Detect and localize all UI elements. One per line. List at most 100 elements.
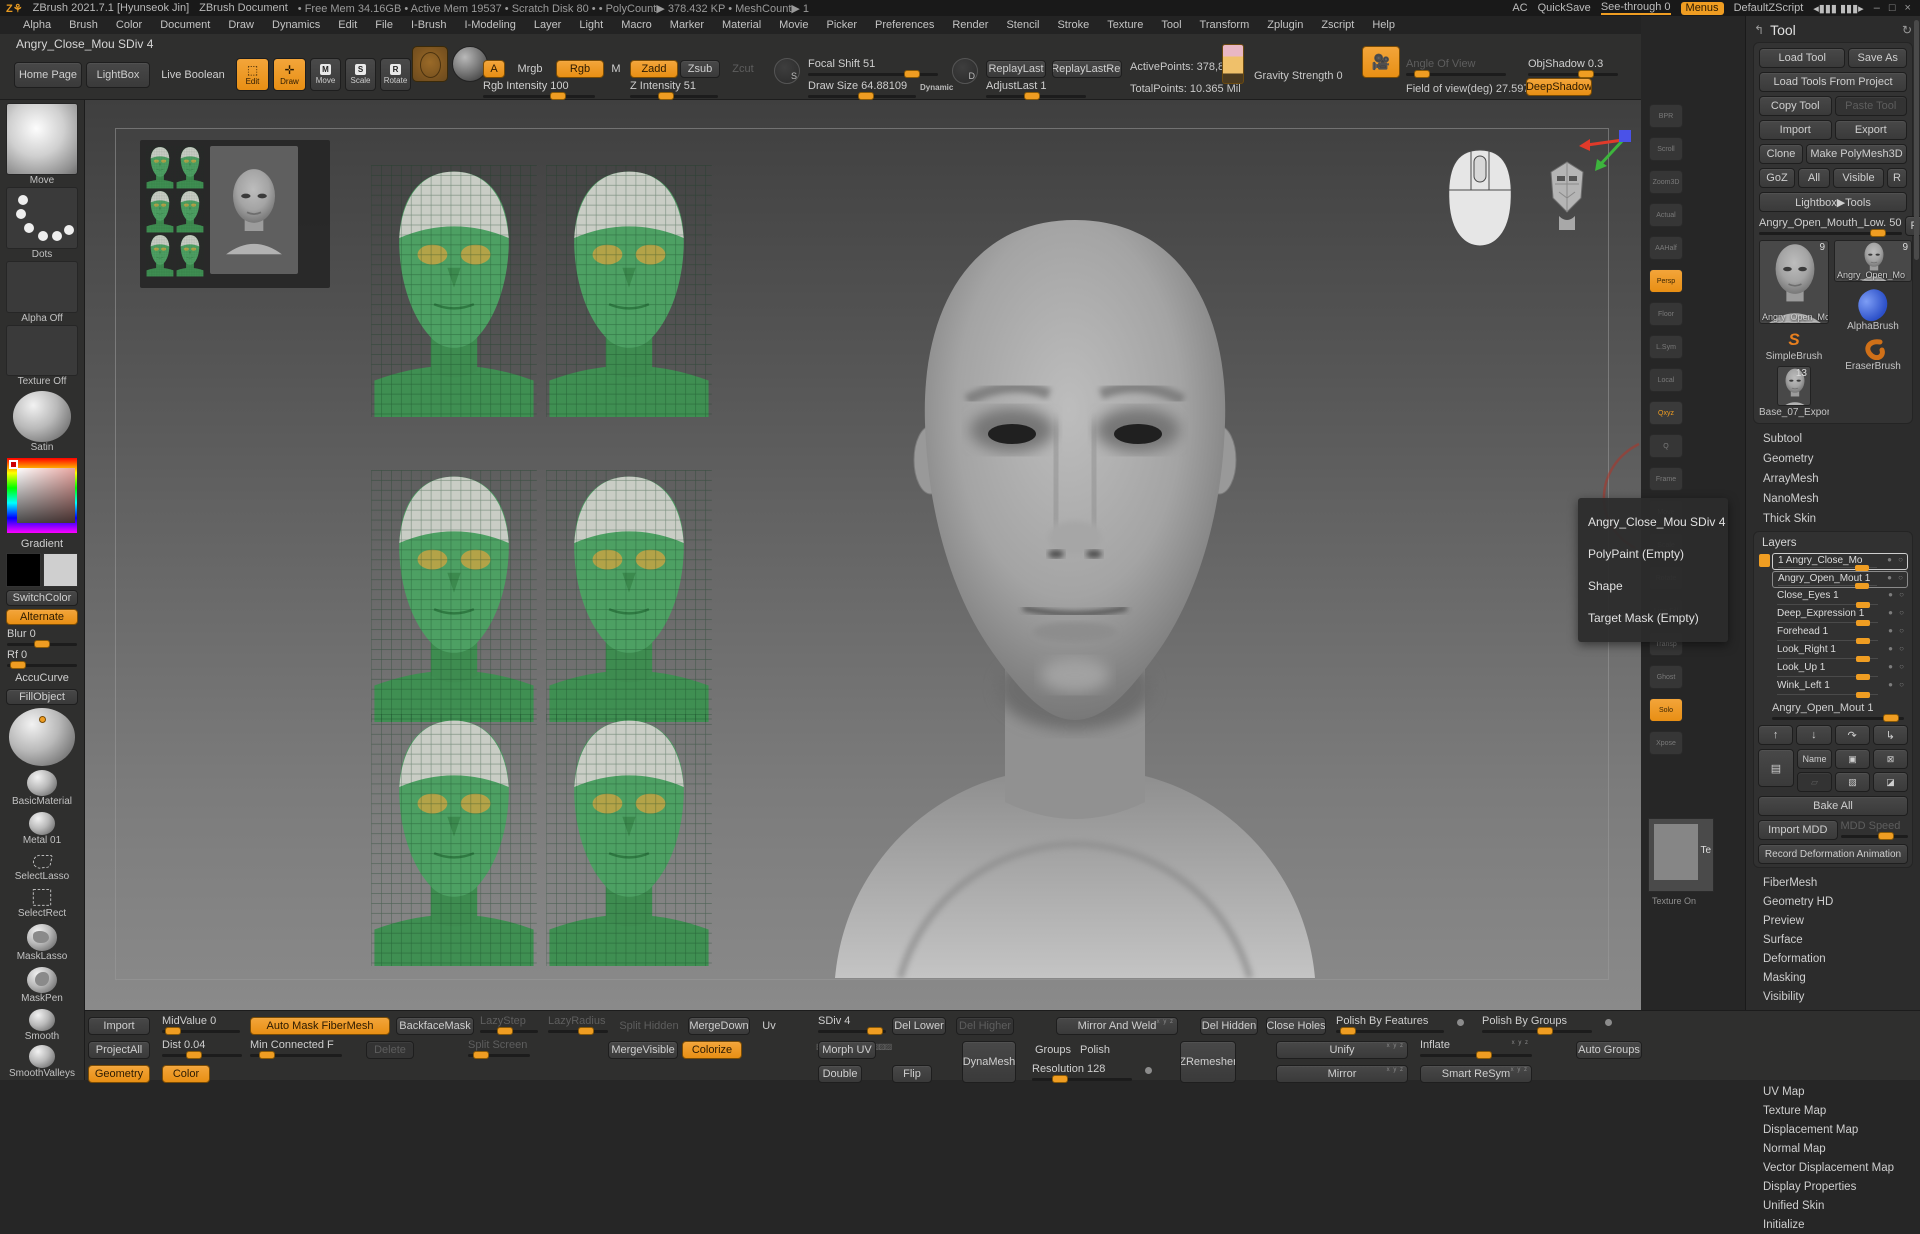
- green-head-3[interactable]: [370, 470, 538, 722]
- import-mdd-button[interactable]: Import MDD: [1758, 820, 1838, 840]
- color-button[interactable]: Color: [162, 1065, 210, 1083]
- texture-thumbnail[interactable]: [6, 325, 78, 376]
- accucurve-button[interactable]: AccuCurve: [6, 670, 78, 686]
- main-sculpt-head[interactable]: [805, 128, 1345, 978]
- unify-button[interactable]: Unifyx y z: [1276, 1041, 1408, 1059]
- double-button[interactable]: Double: [818, 1065, 862, 1083]
- right-shelf-button[interactable]: Q: [1649, 434, 1683, 458]
- right-shelf-button[interactable]: Solo: [1649, 698, 1683, 722]
- alternate-button[interactable]: Alternate: [6, 609, 78, 625]
- del-lower-button[interactable]: Del Lower: [892, 1017, 946, 1035]
- color-picker[interactable]: [7, 458, 77, 533]
- tool-section-header[interactable]: Unified Skin: [1753, 1196, 1913, 1215]
- export-button[interactable]: Export: [1835, 120, 1908, 140]
- alpha-thumbnail[interactable]: [6, 261, 78, 314]
- menu-item[interactable]: Edit: [329, 16, 366, 34]
- menu-item[interactable]: I-Modeling: [455, 16, 524, 34]
- record-deformation-button[interactable]: Record Deformation Animation: [1758, 844, 1908, 864]
- popup-menu-item[interactable]: Target Mask (Empty): [1578, 602, 1728, 634]
- mask-lasso-sphere[interactable]: [27, 924, 57, 950]
- layer-eye-icons[interactable]: ● ○: [1888, 608, 1906, 617]
- menu-item[interactable]: Movie: [770, 16, 817, 34]
- replay-last-button[interactable]: ReplayLast: [986, 60, 1046, 78]
- uv-button[interactable]: Uv: [756, 1017, 782, 1035]
- mini-green-head[interactable]: [146, 190, 174, 233]
- layers-section-header[interactable]: Layers: [1758, 535, 1908, 553]
- zremesher-button[interactable]: ZRemesher: [1180, 1041, 1236, 1083]
- menu-item[interactable]: Dynamics: [263, 16, 329, 34]
- geometry-button[interactable]: Geometry: [88, 1065, 150, 1083]
- z-intensity-slider[interactable]: Z Intensity 51: [630, 80, 718, 98]
- menu-item[interactable]: Stencil: [997, 16, 1048, 34]
- smart-resym-button[interactable]: Smart ReSymx y z: [1420, 1065, 1532, 1083]
- flip-button[interactable]: Flip: [892, 1065, 932, 1083]
- active-tool-thumbnail[interactable]: 9 Angry_Open_Mo: [1759, 240, 1829, 324]
- material-thumbnail[interactable]: [13, 391, 71, 442]
- tool-section-header[interactable]: Visibility: [1753, 987, 1913, 1006]
- blur-slider[interactable]: Blur 0: [7, 628, 77, 646]
- move-mode-button[interactable]: MMove: [310, 58, 341, 91]
- menu-item[interactable]: Picker: [817, 16, 866, 34]
- del-hidden-button[interactable]: Del Hidden: [1200, 1017, 1258, 1035]
- lightbox-tools-button[interactable]: Lightbox▶Tools: [1759, 192, 1907, 212]
- make-polymesh3d-button[interactable]: Make PolyMesh3D: [1806, 144, 1907, 164]
- layer-icon-1[interactable]: ▱: [1797, 772, 1832, 792]
- tool-section-header[interactable]: Thick Skin: [1753, 509, 1913, 529]
- see-through-slider[interactable]: See-through 0: [1601, 1, 1671, 15]
- dynamic-label[interactable]: Dynamic: [920, 83, 953, 92]
- menu-item[interactable]: Tool: [1152, 16, 1190, 34]
- import-button-bottom[interactable]: Import: [88, 1017, 150, 1035]
- material-preview-sphere[interactable]: [9, 708, 75, 766]
- layer-eye-icons[interactable]: ● ○: [1888, 680, 1906, 689]
- alpha-brush-icon[interactable]: [1853, 285, 1893, 325]
- right-shelf-button[interactable]: AAHalf: [1649, 236, 1683, 260]
- menu-item[interactable]: Macro: [612, 16, 661, 34]
- rgb-intensity-slider[interactable]: Rgb Intensity 100: [483, 80, 595, 98]
- quicksave-button[interactable]: QuickSave: [1538, 2, 1591, 14]
- tool-section-header[interactable]: Normal Map: [1753, 1139, 1913, 1158]
- right-shelf-button[interactable]: Floor: [1649, 302, 1683, 326]
- draw-mode-button[interactable]: ✛Draw: [273, 58, 306, 91]
- switch-color-button[interactable]: SwitchColor: [6, 590, 78, 606]
- eraser-brush-icon[interactable]: [1860, 338, 1886, 360]
- layer-eye-icons[interactable]: ● ○: [1887, 555, 1905, 564]
- green-head-2[interactable]: [545, 165, 713, 417]
- tool-section-header[interactable]: Vector Displacement Map: [1753, 1158, 1913, 1177]
- right-shelf-button[interactable]: Qxyz: [1649, 401, 1683, 425]
- load-tool-button[interactable]: Load Tool: [1759, 48, 1845, 68]
- morph-uv-button[interactable]: Morph UV: [818, 1041, 876, 1059]
- layer-up-button[interactable]: ↑: [1758, 725, 1793, 745]
- menu-item[interactable]: Alpha: [14, 16, 60, 34]
- backface-mask-button[interactable]: BackfaceMask: [396, 1017, 474, 1035]
- adjust-last-slider[interactable]: AdjustLast 1: [986, 80, 1086, 98]
- tool-panel-scrollbar[interactable]: [1914, 20, 1919, 260]
- obj-shadow-slider[interactable]: ObjShadow 0.3: [1528, 58, 1618, 76]
- menu-item[interactable]: Texture: [1098, 16, 1152, 34]
- menu-item[interactable]: Light: [570, 16, 612, 34]
- bake-all-button[interactable]: Bake All: [1758, 796, 1908, 816]
- menu-item[interactable]: Document: [151, 16, 219, 34]
- fov-readout[interactable]: Field of view(deg) 27.5977: [1406, 83, 1536, 95]
- tool-section-header[interactable]: Deformation: [1753, 949, 1913, 968]
- base-tool-thumbnail[interactable]: 13: [1777, 366, 1811, 406]
- layer-intensity-slider[interactable]: Angry_Open_Mout 1: [1772, 702, 1904, 720]
- current-brush-tile[interactable]: [412, 46, 448, 82]
- load-tools-from-project-button[interactable]: Load Tools From Project: [1759, 72, 1907, 92]
- tool-section-header[interactable]: Geometry: [1753, 449, 1913, 469]
- menu-item[interactable]: Render: [943, 16, 997, 34]
- rotate-mode-button[interactable]: RRotate: [380, 58, 411, 91]
- menu-item[interactable]: Color: [107, 16, 151, 34]
- main-color-swatch[interactable]: [6, 553, 41, 587]
- tool-section-header[interactable]: Subtool: [1753, 429, 1913, 449]
- tool-section-header[interactable]: Masking: [1753, 968, 1913, 987]
- popup-menu-item[interactable]: PolyPaint (Empty): [1578, 538, 1728, 570]
- menu-item[interactable]: Marker: [661, 16, 713, 34]
- zsub-button[interactable]: Zsub: [680, 60, 720, 78]
- save-as-button[interactable]: Save As: [1848, 48, 1907, 68]
- polish-by-features-slider[interactable]: Polish By Features: [1336, 1015, 1444, 1033]
- mask-pen-sphere[interactable]: [27, 967, 57, 993]
- menu-item[interactable]: Layer: [525, 16, 571, 34]
- recent-tool-thumbnail[interactable]: 9 Angry_Open_Mo: [1834, 240, 1912, 282]
- layer-icon-3[interactable]: ◪: [1873, 772, 1908, 792]
- close-holes-button[interactable]: Close Holes: [1266, 1017, 1326, 1035]
